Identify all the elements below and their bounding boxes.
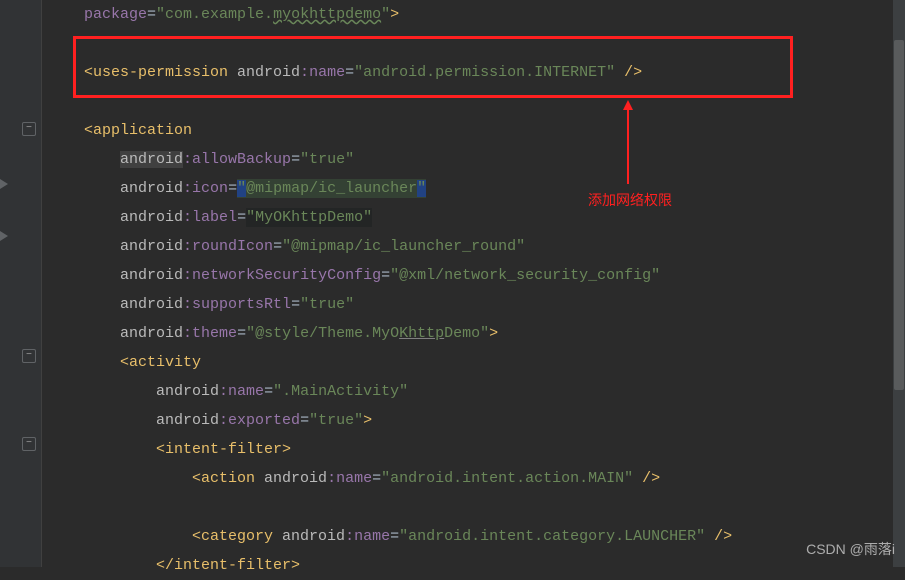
code-line[interactable]: android:name=".MainActivity" (84, 377, 905, 406)
code-line[interactable]: <category android:name="android.intent.c… (84, 522, 905, 551)
code-line[interactable] (84, 493, 905, 522)
code-line[interactable]: <application (84, 116, 905, 145)
annotation-text: 添加网络权限 (588, 190, 672, 210)
editor-gutter: − − − (0, 0, 42, 567)
xml-string: "com.example.myokhttpdemo" (156, 6, 390, 23)
code-line[interactable]: </intent-filter> (84, 551, 905, 580)
scroll-thumb[interactable] (894, 40, 904, 390)
xml-tag: <application (84, 122, 192, 139)
fold-icon[interactable]: − (22, 122, 36, 136)
code-line[interactable] (84, 87, 905, 116)
xml-string: "@style/Theme.MyOKhttpDemo" (246, 325, 489, 342)
watermark: CSDN @雨落i (806, 539, 895, 559)
code-line[interactable]: android:supportsRtl="true" (84, 290, 905, 319)
code-line[interactable]: <action android:name="android.intent.act… (84, 464, 905, 493)
xml-tag: <uses-permission (84, 64, 237, 81)
code-line[interactable]: android:exported="true"> (84, 406, 905, 435)
code-line[interactable]: android:label="MyOKhttpDemo" (84, 203, 905, 232)
code-line[interactable]: <uses-permission android:name="android.p… (84, 58, 905, 87)
xml-string: "@mipmap/ic_launcher" (237, 179, 426, 198)
scrollbar[interactable] (893, 0, 905, 567)
code-line[interactable] (84, 29, 905, 58)
xml-attr: package (84, 6, 147, 23)
code-editor[interactable]: package="com.example.myokhttpdemo"> <use… (42, 0, 905, 580)
fold-icon[interactable]: − (22, 437, 36, 451)
xml-string: "android.permission.INTERNET" (354, 64, 615, 81)
code-line[interactable]: android:theme="@style/Theme.MyOKhttpDemo… (84, 319, 905, 348)
code-line[interactable]: android:allowBackup="true" (84, 145, 905, 174)
code-line[interactable]: android:roundIcon="@mipmap/ic_launcher_r… (84, 232, 905, 261)
code-line[interactable]: package="com.example.myokhttpdemo"> (84, 0, 905, 29)
fold-icon[interactable]: − (22, 349, 36, 363)
code-line[interactable]: android:networkSecurityConfig="@xml/netw… (84, 261, 905, 290)
code-line[interactable]: android:icon="@mipmap/ic_launcher" (84, 174, 905, 203)
code-line[interactable]: <intent-filter> (84, 435, 905, 464)
code-line[interactable]: <activity (84, 348, 905, 377)
arrow-line (627, 108, 629, 184)
marker-icon (0, 179, 8, 189)
marker-icon (0, 231, 8, 241)
